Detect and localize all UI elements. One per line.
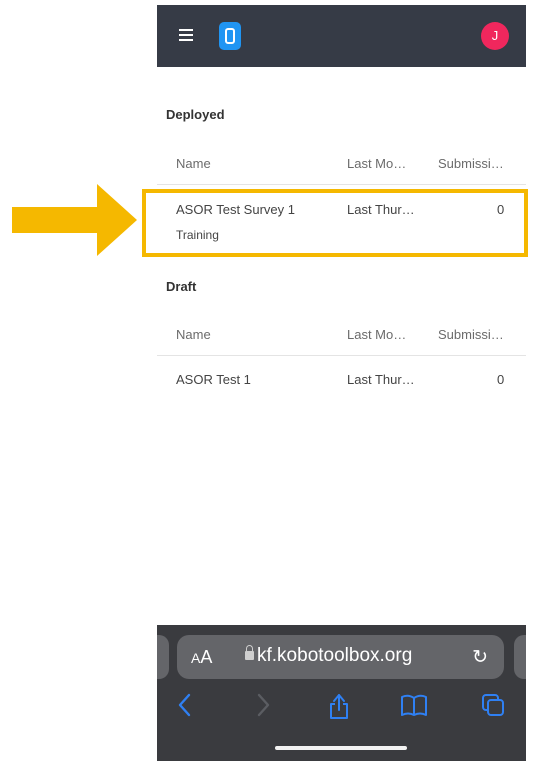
next-tab-peek[interactable] [514,635,526,679]
reload-icon[interactable]: ↻ [472,646,488,669]
bookmarks-icon[interactable] [399,691,429,719]
lock-icon [245,645,254,660]
draft-column-name[interactable]: Name [176,327,211,342]
kobo-logo-icon[interactable] [219,22,241,50]
home-indicator[interactable] [275,746,407,750]
draft-section-title: Draft [166,279,197,294]
url-text[interactable]: kf.kobotoolbox.org [245,645,412,667]
text-size-button[interactable]: AA [191,647,212,668]
forward-icon[interactable] [253,691,273,719]
app-header: J [157,5,526,67]
menu-icon[interactable] [179,29,193,41]
project-submissions: 0 [497,372,505,387]
tabs-icon[interactable] [479,691,507,719]
previous-tab-peek[interactable] [157,635,169,679]
draft-column-modified[interactable]: Last Mo… [347,327,406,342]
address-bar[interactable]: AA kf.kobotoolbox.org ↻ [177,635,504,679]
divider [157,355,526,356]
deployed-section-title: Deployed [166,107,225,122]
user-avatar[interactable]: J [481,22,509,50]
deployed-column-submissions[interactable]: Submissi… [438,156,504,171]
back-icon[interactable] [175,691,195,719]
browser-toolbar: AA kf.kobotoolbox.org ↻ [157,625,526,761]
annotation-arrow-icon [12,184,137,256]
deployed-column-name[interactable]: Name [176,156,211,171]
highlight-box [142,189,528,257]
phone-screen: J Deployed Name Last Mo… Submissi… ASOR … [157,5,526,761]
text-size-large-a: A [200,647,213,667]
text-size-small-a: A [191,650,201,666]
divider [157,184,526,185]
project-last-modified: Last Thur… [347,372,415,387]
share-icon[interactable] [327,691,351,721]
project-name[interactable]: ASOR Test 1 [176,372,251,387]
url-value: kf.kobotoolbox.org [257,645,413,666]
deployed-column-modified[interactable]: Last Mo… [347,156,406,171]
draft-column-submissions[interactable]: Submissi… [438,327,504,342]
